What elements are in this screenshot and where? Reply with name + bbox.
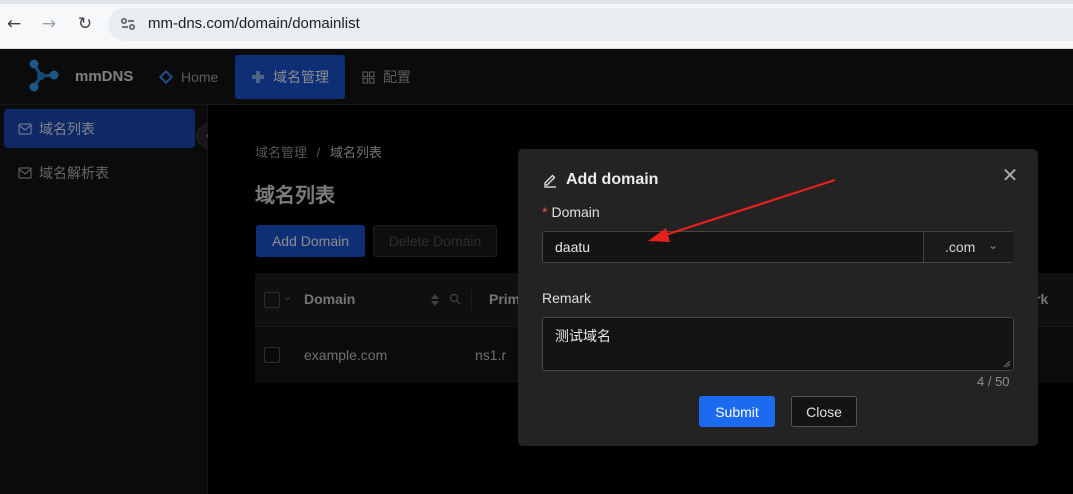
chevron-down-icon: ⌄ <box>988 238 999 252</box>
domain-label-text: Domain <box>551 204 600 220</box>
close-button[interactable]: Close <box>791 396 857 427</box>
remark-textarea[interactable]: 测试域名 <box>542 317 1014 371</box>
domain-label: * Domain <box>542 204 600 220</box>
tab-strip <box>0 0 1073 4</box>
remark-textarea-value: 测试域名 <box>555 328 611 344</box>
remark-label: Remark <box>542 290 592 306</box>
resize-handle-icon[interactable] <box>1003 360 1011 368</box>
url-text[interactable]: mm-dns.com/domain/domainlist <box>148 15 360 32</box>
required-mark: * <box>542 204 548 220</box>
edit-icon <box>544 174 556 188</box>
remark-char-counter: 4 / 50 <box>977 374 1010 389</box>
modal-close-icon[interactable]: ✕ <box>1000 165 1020 185</box>
back-button[interactable]: ← <box>3 13 25 35</box>
reload-button[interactable]: ↻ <box>74 13 96 35</box>
annotation-arrow-icon <box>648 178 836 242</box>
submit-button[interactable]: Submit <box>699 396 775 427</box>
tld-select[interactable]: .com ⌄ <box>923 232 1014 262</box>
browser-toolbar: ← → ↻ mm-dns.com/domain/domainlist <box>0 0 1073 49</box>
domain-input[interactable]: daatu <box>555 239 590 255</box>
site-settings-icon[interactable] <box>120 16 136 32</box>
forward-button[interactable]: → <box>38 13 60 35</box>
address-bar[interactable]: mm-dns.com/domain/domainlist <box>108 8 1073 41</box>
tld-select-value: .com <box>945 239 976 255</box>
